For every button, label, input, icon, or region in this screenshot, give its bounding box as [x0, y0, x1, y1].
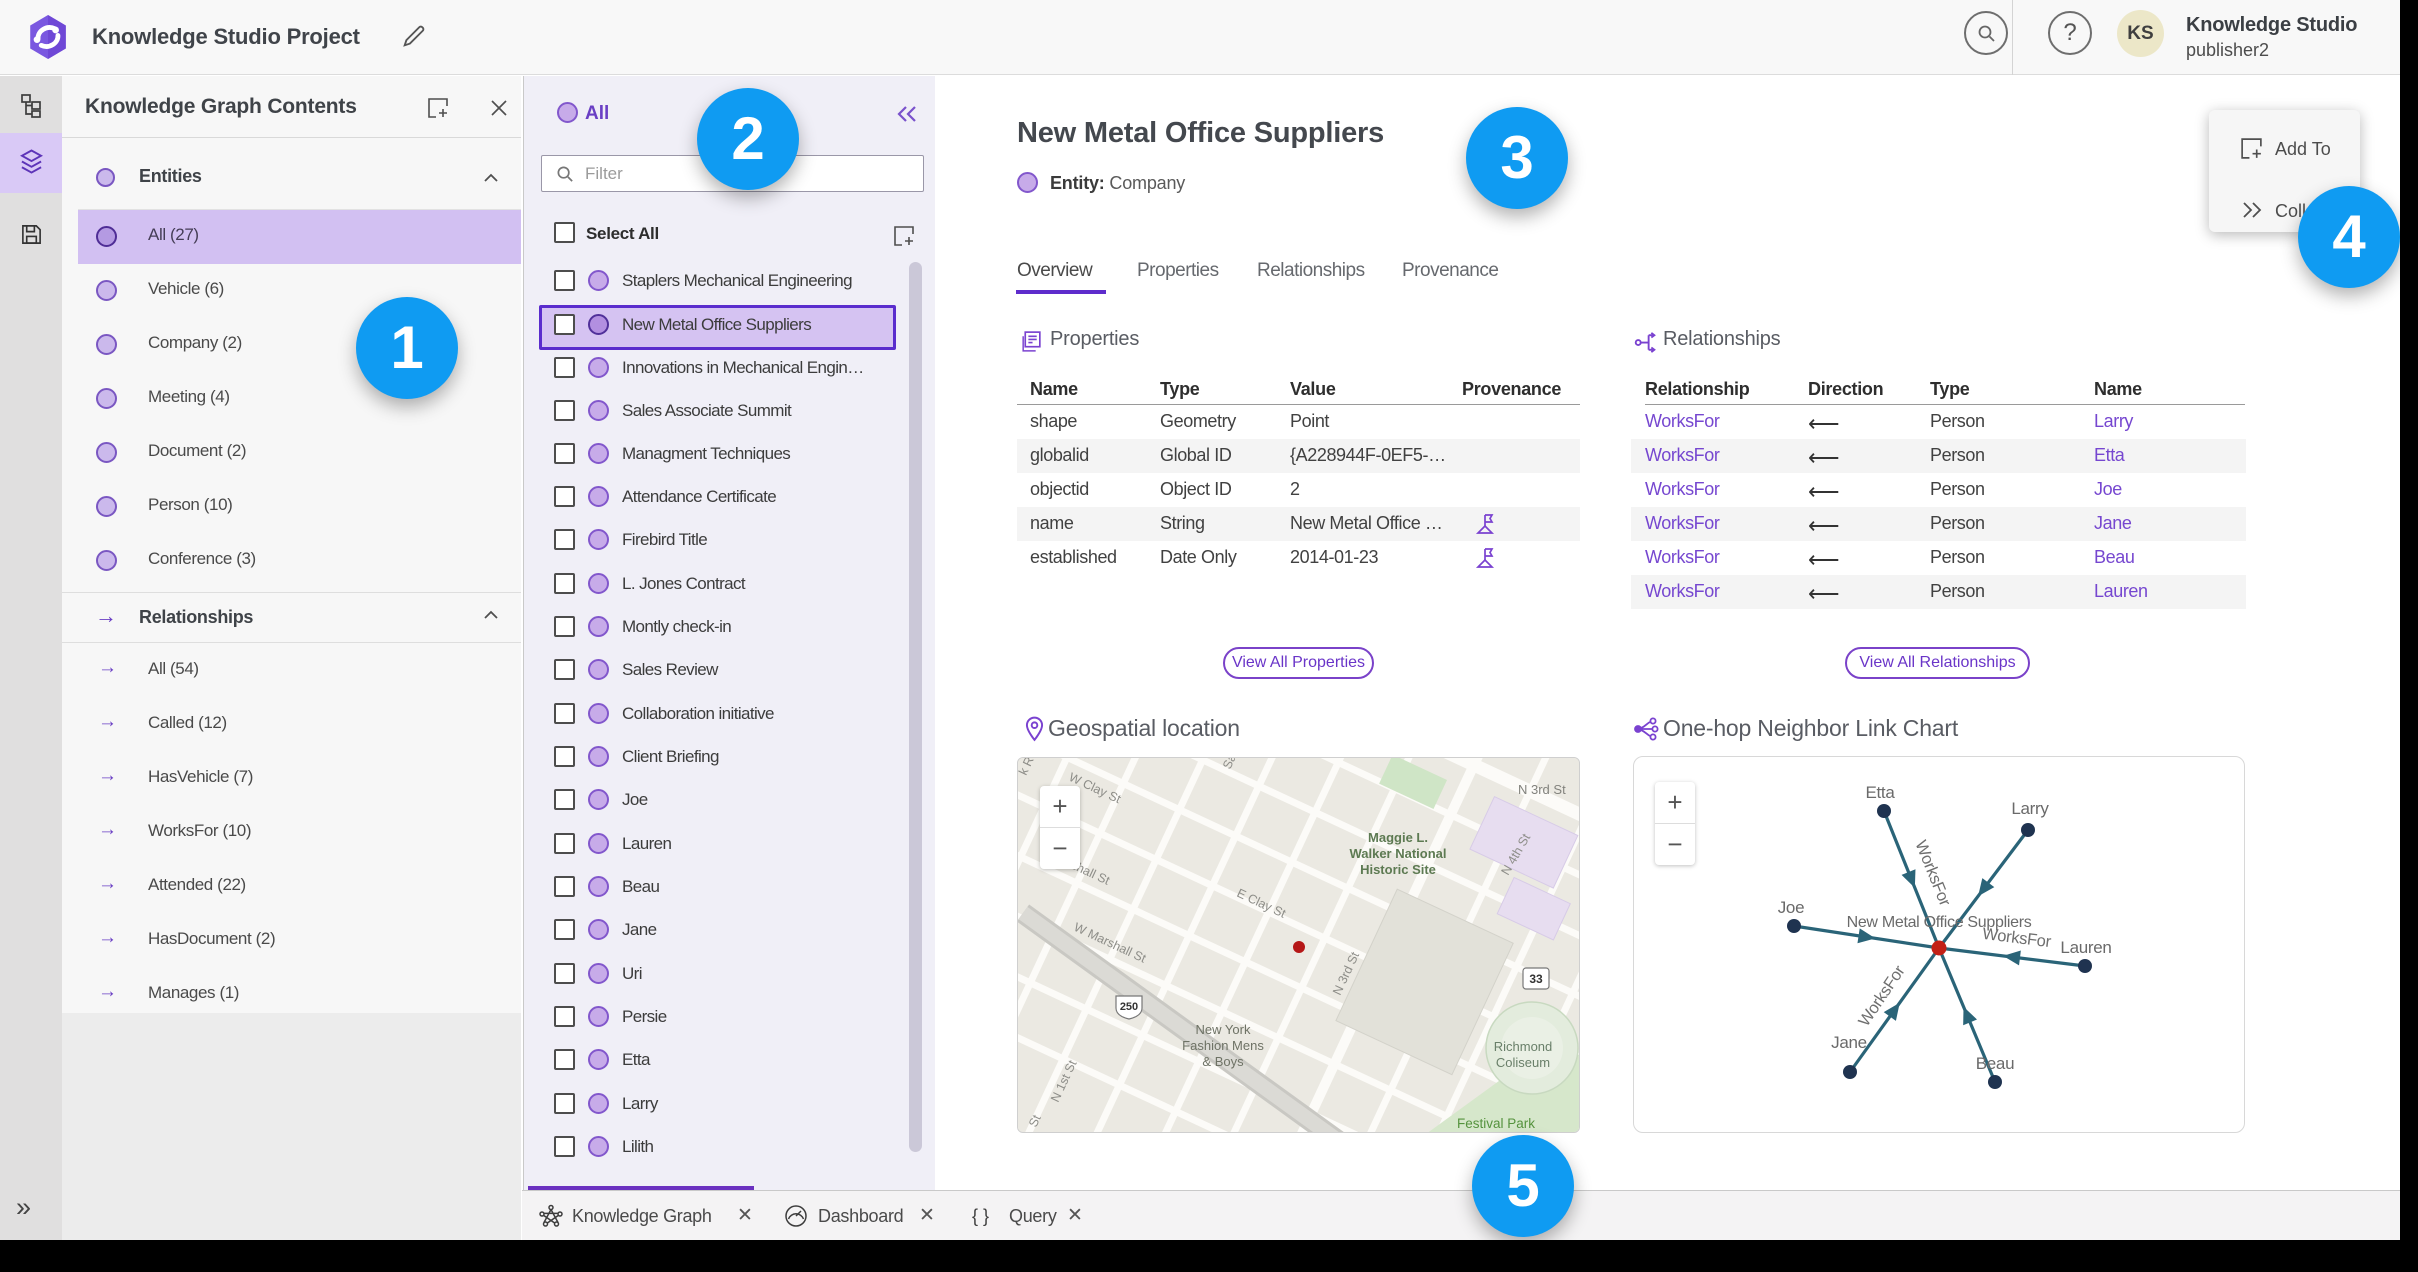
svg-text:Joe: Joe — [1778, 898, 1805, 917]
svg-text:Historic Site: Historic Site — [1360, 862, 1436, 877]
svg-text:WorksFor: WorksFor — [1855, 962, 1909, 1030]
svg-text:Jane: Jane — [1831, 1033, 1867, 1052]
svg-text:Lauren: Lauren — [2060, 938, 2111, 957]
svg-text:Fashion Mens: Fashion Mens — [1182, 1038, 1264, 1053]
svg-text:Richmond: Richmond — [1494, 1039, 1553, 1054]
svg-text:33: 33 — [1529, 972, 1543, 986]
svg-text:N 3rd St: N 3rd St — [1518, 782, 1566, 797]
svg-text:Maggie L.: Maggie L. — [1368, 830, 1428, 845]
svg-text:Festival Park: Festival Park — [1457, 1116, 1535, 1131]
svg-text:New York: New York — [1196, 1022, 1251, 1037]
svg-text:& Boys: & Boys — [1202, 1054, 1244, 1069]
svg-text:WorksFor: WorksFor — [1981, 925, 2052, 951]
svg-text:Etta: Etta — [1865, 783, 1895, 802]
svg-text:250: 250 — [1120, 1001, 1138, 1013]
svg-text:Beau: Beau — [1976, 1054, 2015, 1073]
svg-text:Coliseum: Coliseum — [1496, 1055, 1550, 1070]
svg-text:Walker National: Walker National — [1349, 846, 1446, 861]
svg-text:Larry: Larry — [2011, 799, 2049, 818]
